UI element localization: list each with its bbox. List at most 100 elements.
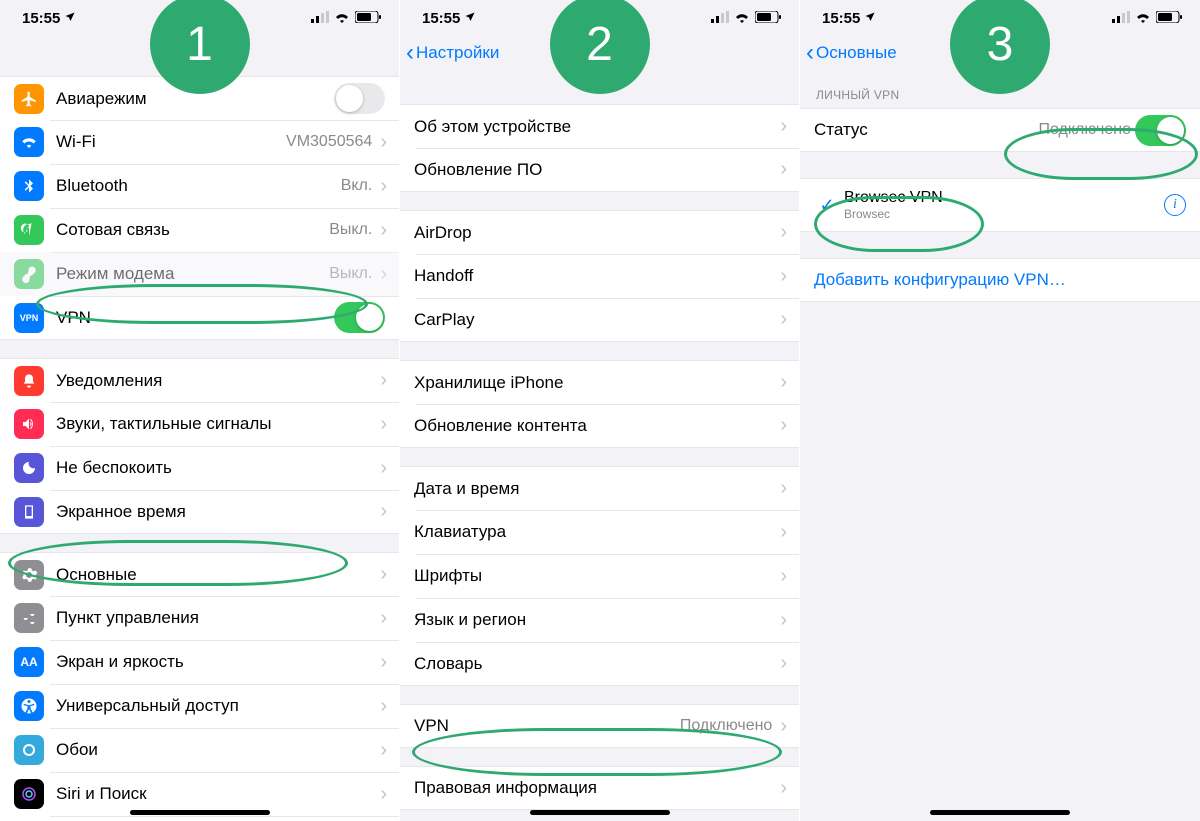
wallpaper-icon: [14, 735, 44, 765]
location-icon: [64, 10, 76, 27]
vpn-icon: VPN: [14, 303, 44, 333]
row-background-refresh[interactable]: Обновление контента ›: [400, 404, 799, 448]
back-label: Настройки: [416, 43, 499, 63]
bluetooth-icon: [14, 171, 44, 201]
back-label: Основные: [816, 43, 897, 63]
row-vpn-config-browsec[interactable]: ✓ Browsec VPN Browsec i: [800, 178, 1200, 232]
airplane-toggle[interactable]: [334, 83, 385, 114]
row-dictionary[interactable]: Словарь ›: [400, 642, 799, 686]
chevron-right-icon: ›: [776, 414, 799, 437]
checkmark-icon: ✓: [814, 195, 840, 216]
home-indicator[interactable]: [530, 810, 670, 815]
antenna-icon: [14, 215, 44, 245]
row-label: Статус: [814, 120, 1038, 140]
row-vpn-status[interactable]: Статус Подключено: [800, 108, 1200, 152]
row-wifi[interactable]: Wi-Fi VM3050564 ›: [0, 120, 399, 164]
row-detail: Выкл.: [329, 221, 372, 239]
chevron-right-icon: ›: [776, 115, 799, 138]
row-label: Экран и яркость: [56, 652, 376, 672]
chevron-right-icon: ›: [376, 413, 399, 436]
row-label: Шрифты: [414, 566, 776, 586]
row-about[interactable]: Об этом устройстве ›: [400, 104, 799, 148]
row-control-center[interactable]: Пункт управления ›: [0, 596, 399, 640]
row-detail: Подключено: [680, 717, 773, 735]
battery-icon: [355, 10, 381, 27]
row-keyboard[interactable]: Клавиатура ›: [400, 510, 799, 554]
battery-icon: [1156, 10, 1182, 27]
chevron-right-icon: ›: [376, 651, 399, 674]
row-label: Пункт управления: [56, 608, 376, 628]
row-software-update[interactable]: Обновление ПО ›: [400, 148, 799, 192]
row-detail: VM3050564: [286, 133, 372, 151]
row-dnd[interactable]: Не беспокоить ›: [0, 446, 399, 490]
row-label: Основные: [56, 565, 376, 585]
row-label: Словарь: [414, 654, 776, 674]
location-icon: [864, 10, 876, 27]
row-datetime[interactable]: Дата и время ›: [400, 466, 799, 510]
row-label: Обновление ПО: [414, 160, 776, 180]
status-time: 15:55: [422, 10, 460, 27]
accessibility-icon: [14, 691, 44, 721]
row-language[interactable]: Язык и регион ›: [400, 598, 799, 642]
row-airdrop[interactable]: AirDrop ›: [400, 210, 799, 254]
row-bluetooth[interactable]: Bluetooth Вкл. ›: [0, 164, 399, 208]
row-display[interactable]: AA Экран и яркость ›: [0, 640, 399, 684]
row-label: AirDrop: [414, 223, 776, 243]
screentime-icon: [14, 497, 44, 527]
row-label: Правовая информация: [414, 778, 776, 798]
row-handoff[interactable]: Handoff ›: [400, 254, 799, 298]
row-accessibility[interactable]: Универсальный доступ ›: [0, 684, 399, 728]
row-storage[interactable]: Хранилище iPhone ›: [400, 360, 799, 404]
row-vpn[interactable]: VPN VPN: [0, 296, 399, 340]
row-legal[interactable]: Правовая информация ›: [400, 766, 799, 810]
vpn-toggle[interactable]: [334, 302, 385, 333]
row-fonts[interactable]: Шрифты ›: [400, 554, 799, 598]
row-general[interactable]: Основные ›: [0, 552, 399, 596]
chevron-right-icon: ›: [776, 477, 799, 500]
chevron-right-icon: ›: [776, 565, 799, 588]
chevron-right-icon: ›: [376, 607, 399, 630]
row-label: Язык и регион: [414, 610, 776, 630]
row-label: CarPlay: [414, 310, 776, 330]
row-label: Дата и время: [414, 479, 776, 499]
sounds-icon: [14, 409, 44, 439]
vpn-config-provider: Browsec: [844, 207, 1164, 221]
chevron-right-icon: ›: [776, 521, 799, 544]
row-notifications[interactable]: Уведомления ›: [0, 358, 399, 402]
chevron-right-icon: ›: [776, 221, 799, 244]
row-wallpaper[interactable]: Обои ›: [0, 728, 399, 772]
back-button[interactable]: ‹ Основные: [806, 41, 897, 65]
chevron-right-icon: ›: [776, 371, 799, 394]
back-button[interactable]: ‹ Настройки: [406, 41, 499, 65]
airplane-icon: [14, 84, 44, 114]
row-add-vpn-config[interactable]: Добавить конфигурацию VPN…: [800, 258, 1200, 302]
row-label: Обновление контента: [414, 416, 776, 436]
row-sounds[interactable]: Звуки, тактильные сигналы ›: [0, 402, 399, 446]
settings-general-screen: 2 15:55 ‹ Настройки Об этом устрой: [400, 0, 800, 821]
home-indicator[interactable]: [930, 810, 1070, 815]
row-detail: Выкл.: [329, 265, 372, 283]
chevron-right-icon: ›: [376, 263, 399, 286]
chevron-right-icon: ›: [376, 175, 399, 198]
row-label: Wi-Fi: [56, 132, 286, 152]
settings-root-screen: 1 15:55 Авиарежим: [0, 0, 400, 821]
row-vpn-general[interactable]: VPN Подключено ›: [400, 704, 799, 748]
row-label: Уведомления: [56, 371, 376, 391]
info-icon[interactable]: i: [1164, 194, 1186, 216]
wifi-icon: [1135, 10, 1151, 27]
row-screentime[interactable]: Экранное время ›: [0, 490, 399, 534]
row-faceid[interactable]: Face ID и код-пароль ›: [0, 816, 399, 821]
chevron-right-icon: ›: [776, 609, 799, 632]
gear-icon: [14, 560, 44, 590]
chevron-right-icon: ›: [376, 369, 399, 392]
chevron-right-icon: ›: [376, 457, 399, 480]
chevron-right-icon: ›: [776, 652, 799, 675]
row-carplay[interactable]: CarPlay ›: [400, 298, 799, 342]
row-label: Сотовая связь: [56, 220, 329, 240]
signal-icon: [1112, 10, 1130, 27]
vpn-status-toggle[interactable]: [1135, 115, 1186, 146]
siri-icon: [14, 779, 44, 809]
row-cellular[interactable]: Сотовая связь Выкл. ›: [0, 208, 399, 252]
home-indicator[interactable]: [130, 810, 270, 815]
row-hotspot[interactable]: Режим модема Выкл. ›: [0, 252, 399, 296]
